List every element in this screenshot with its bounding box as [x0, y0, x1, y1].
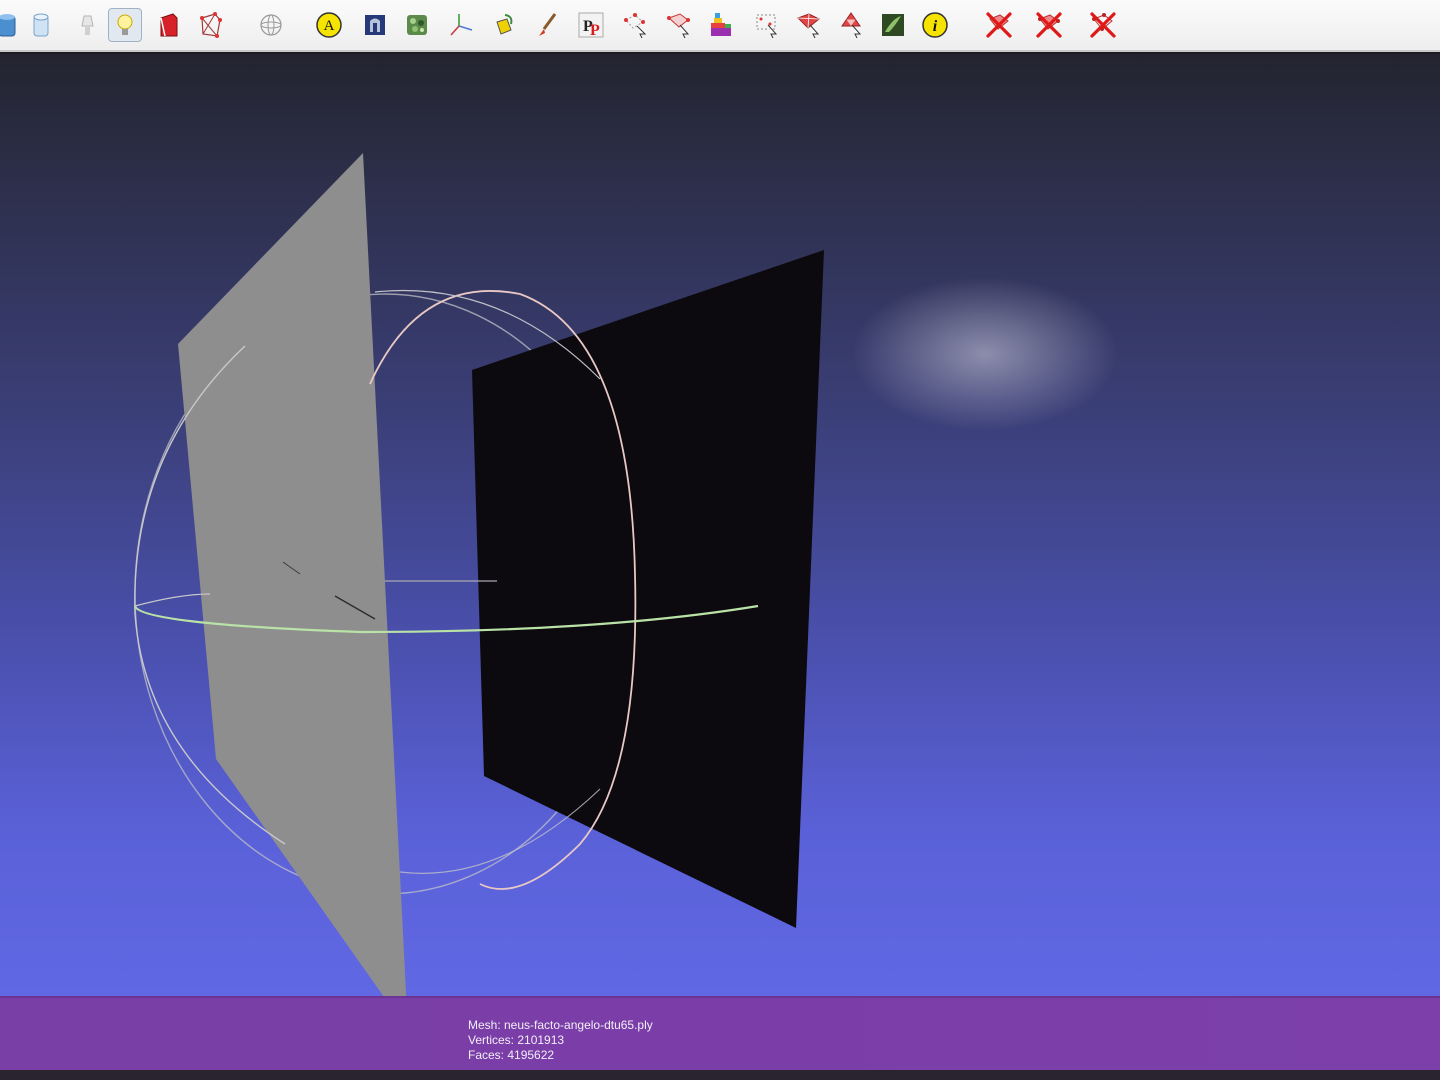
delete-vertices-icon[interactable]: [1032, 8, 1066, 42]
info-icon[interactable]: i: [918, 8, 952, 42]
texture-icon[interactable]: [358, 8, 392, 42]
window-bottom-edge: [0, 1070, 1440, 1080]
brush-icon[interactable]: [530, 8, 564, 42]
lamp-icon[interactable]: [70, 8, 104, 42]
dark-plane: [472, 250, 824, 928]
svg-text:i: i: [933, 18, 938, 35]
rainbow-select-icon[interactable]: [704, 8, 738, 42]
wireframe-box-icon[interactable]: [194, 8, 228, 42]
green-pattern-icon[interactable]: [400, 8, 434, 42]
light-plane: [178, 153, 407, 1004]
paint-bucket-icon[interactable]: [486, 8, 520, 42]
green-image-icon[interactable]: [876, 8, 910, 42]
main-toolbar: A PP i: [0, 0, 1440, 52]
meshlab-window: A PP i Mesh: neus-facto-angelo-dtu65.ply…: [0, 0, 1440, 1080]
info-bar: Mesh: neus-facto-angelo-dtu65.ply Vertic…: [0, 996, 1440, 1072]
cylinder-icon[interactable]: [0, 8, 24, 42]
faces-count-text: Faces: 4195622: [468, 1048, 555, 1062]
mesh-info: Mesh: neus-facto-angelo-dtu65.ply Vertic…: [468, 1018, 653, 1063]
light-bulb-icon[interactable]: [108, 8, 142, 42]
3d-viewport[interactable]: [0, 54, 1440, 1004]
select-faces-icon[interactable]: [792, 8, 826, 42]
trackball-equator-back: [134, 593, 211, 607]
select-region-icon[interactable]: [750, 8, 784, 42]
select-vertices-icon[interactable]: [618, 8, 652, 42]
delete-all-icon[interactable]: [1086, 8, 1120, 42]
trackball-icon[interactable]: [254, 8, 288, 42]
scene-canvas: [133, 153, 824, 1004]
delete-faces-icon[interactable]: [982, 8, 1016, 42]
mesh-name-text: Mesh: neus-facto-angelo-dtu65.ply: [468, 1018, 653, 1032]
select-faces-alt-icon[interactable]: [834, 8, 868, 42]
pp-icon[interactable]: PP: [574, 8, 608, 42]
cylinder-outline-icon[interactable]: [24, 8, 58, 42]
svg-text:A: A: [324, 18, 335, 34]
svg-text:P: P: [590, 22, 600, 39]
vertices-count-text: Vertices: 2101913: [468, 1033, 565, 1047]
annotation-a-icon[interactable]: A: [312, 8, 346, 42]
axes-icon[interactable]: [444, 8, 478, 42]
select-connected-icon[interactable]: [662, 8, 696, 42]
red-box-icon[interactable]: [152, 8, 186, 42]
